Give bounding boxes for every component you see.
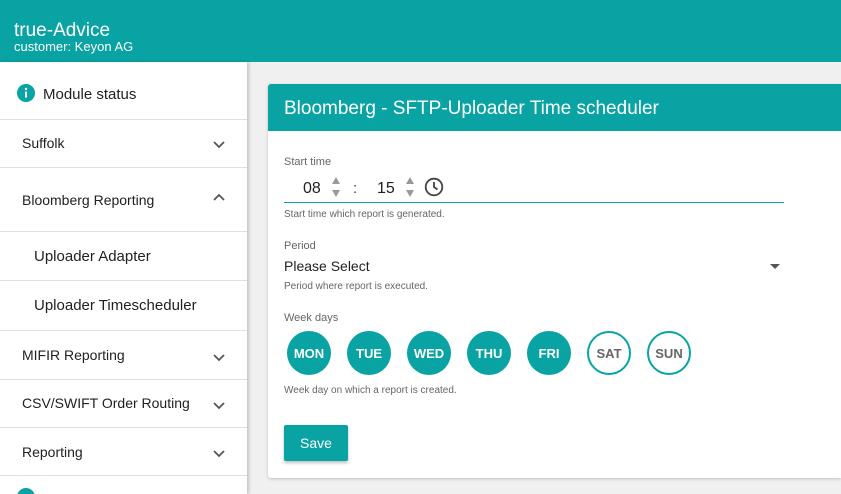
day-toggle-sat[interactable]: SAT [587, 331, 631, 375]
chevron-down-icon [213, 141, 225, 149]
day-toggle-wed[interactable]: WED [407, 331, 451, 375]
sidebar-item-label: Bloomberg Reporting [22, 192, 155, 208]
period-hint: Period where report is executed. [284, 281, 428, 292]
customer-name: customer: Keyon AG [14, 39, 134, 54]
sidebar-item-label: Uploader Adapter [34, 248, 151, 265]
app-title: true-Advice [14, 20, 111, 41]
week-days-label: Week days [284, 312, 339, 324]
hours-spinner[interactable] [331, 176, 341, 198]
minutes-input[interactable]: 15 [377, 180, 395, 198]
start-time-label: Start time [284, 156, 332, 168]
sidebar-item-csv-swift-order-routing[interactable]: CSV/SWIFT Order Routing [0, 380, 247, 428]
chevron-down-icon [213, 354, 225, 362]
day-toggle-sun[interactable]: SUN [647, 331, 691, 375]
time-separator: : [353, 180, 358, 197]
sidebar-item-label: CSV/SWIFT Order Routing [22, 395, 190, 411]
sidebar-item-uploader-timescheduler[interactable]: Uploader Timescheduler [0, 281, 247, 331]
info-icon [17, 84, 35, 102]
sidebar-item-mifir-reporting[interactable]: MIFIR Reporting [0, 331, 247, 380]
page-title: Bloomberg - SFTP-Uploader Time scheduler [284, 98, 659, 119]
save-button[interactable]: Save [284, 425, 348, 461]
sidebar-item-module-status[interactable]: Module status [0, 62, 247, 120]
sidebar-item-uploader-adapter[interactable]: Uploader Adapter [0, 232, 247, 281]
week-days-hint: Week day on which a report is created. [284, 385, 457, 396]
sidebar-item-reporting[interactable]: Reporting [0, 428, 247, 476]
clock-icon[interactable] [424, 177, 444, 197]
dropdown-arrow-icon[interactable] [770, 264, 780, 269]
chevron-down-icon [213, 402, 225, 410]
sidebar-item-label: MIFIR Reporting [22, 347, 125, 363]
sidebar-item-label: Module status [43, 86, 137, 103]
day-toggle-thu[interactable]: THU [467, 331, 511, 375]
day-toggle-mon[interactable]: MON [287, 331, 331, 375]
day-toggle-fri[interactable]: FRI [527, 331, 571, 375]
period-label: Period [284, 240, 316, 252]
sidebar-item-label: Reporting [22, 444, 83, 460]
info-icon [17, 488, 35, 494]
chevron-up-icon [213, 193, 225, 201]
start-time-underline [284, 202, 784, 203]
sidebar-item-suffolk[interactable]: Suffolk [0, 120, 247, 168]
sidebar: Module status Suffolk Bloomberg Reportin… [0, 62, 247, 494]
card-header: Bloomberg - SFTP-Uploader Time scheduler [268, 84, 841, 131]
sidebar-item-label: Uploader Timescheduler [34, 297, 197, 314]
chevron-down-icon [213, 450, 225, 458]
minutes-spinner[interactable] [405, 176, 415, 198]
start-time-hint: Start time which report is generated. [284, 209, 445, 220]
sidebar-item-label: Suffolk [22, 135, 65, 151]
sidebar-item-bloomberg-reporting[interactable]: Bloomberg Reporting [0, 168, 247, 232]
day-toggle-tue[interactable]: TUE [347, 331, 391, 375]
app-header: true-Advice customer: Keyon AG [0, 0, 841, 62]
hours-input[interactable]: 08 [303, 180, 321, 198]
period-select[interactable]: Please Select [284, 258, 370, 274]
